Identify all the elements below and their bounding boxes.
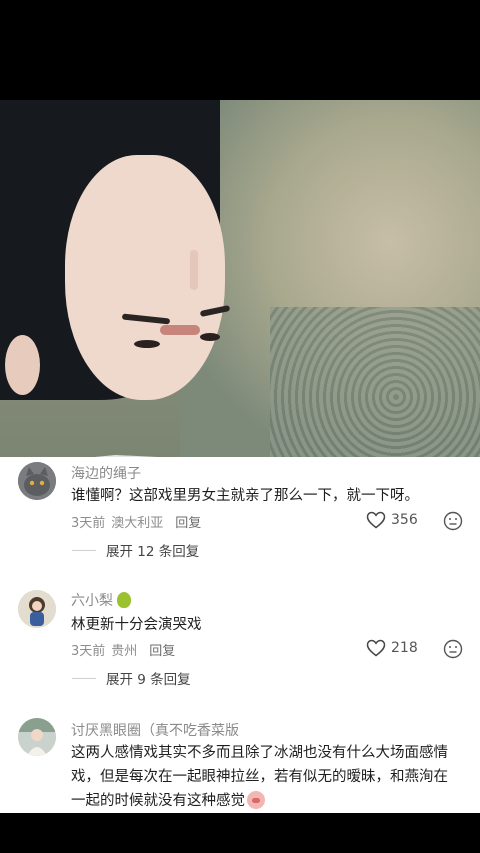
meh-face-icon	[443, 639, 463, 659]
username[interactable]: 海边的绳子	[71, 463, 141, 483]
pear-icon	[117, 592, 131, 608]
timestamp: 3天前	[71, 644, 106, 659]
ear	[5, 335, 40, 395]
comment-text: 这两人感情戏其实不多而且除了冰湖也没有什么大场面感情戏，但是每次在一起眼神拉丝，…	[71, 745, 448, 809]
heart-icon	[366, 511, 386, 529]
dislike-button[interactable]	[443, 639, 463, 663]
reply-button[interactable]: 回复	[149, 644, 175, 659]
location: 贵州	[111, 644, 138, 659]
username[interactable]: 讨厌黑眼圈（真不吃香菜版	[71, 720, 239, 740]
like-button[interactable]: 218	[366, 639, 418, 657]
comment-text: 谁懂啊？这部戏里男女主就亲了那么一下，就一下呀。	[71, 488, 419, 504]
eye	[134, 340, 160, 348]
face	[65, 155, 225, 400]
top-black-bar	[0, 0, 480, 100]
background-wall	[180, 100, 480, 457]
video-frame[interactable]	[0, 100, 480, 457]
person-avatar-icon	[18, 718, 56, 756]
location: 澳大利亚	[111, 516, 164, 531]
like-count: 218	[391, 640, 418, 656]
heart-icon	[366, 639, 386, 657]
cat-avatar-icon	[18, 462, 56, 500]
comment-text: 林更新十分会演哭戏	[71, 617, 202, 633]
timestamp: 3天前	[71, 516, 106, 531]
comment-meta: 3天前 贵州 回复	[71, 640, 181, 659]
like-button[interactable]: 356	[366, 511, 418, 529]
username[interactable]: 六小梨	[71, 590, 131, 610]
expand-replies[interactable]: 展开 9 条回复	[72, 668, 191, 688]
mouth	[160, 325, 200, 335]
meh-face-icon	[443, 511, 463, 531]
avatar[interactable]	[18, 462, 56, 500]
expand-replies[interactable]: 展开 12 条回复	[72, 540, 199, 560]
like-count: 356	[391, 512, 418, 528]
comment-meta: 3天前 澳大利亚 回复	[71, 512, 207, 531]
bottom-black-bar	[0, 813, 480, 853]
eye	[200, 333, 220, 341]
reply-button[interactable]: 回复	[175, 516, 201, 531]
nose	[190, 250, 198, 290]
avatar[interactable]	[18, 718, 56, 756]
comment-list: 海边的绳子 谁懂啊？这部戏里男女主就亲了那么一下，就一下呀。 3天前 澳大利亚 回复…	[0, 457, 480, 813]
dislike-button[interactable]	[443, 511, 463, 535]
avatar[interactable]	[18, 590, 56, 628]
girl-avatar-icon	[18, 590, 56, 628]
crying-face-emoji-icon	[247, 791, 265, 809]
